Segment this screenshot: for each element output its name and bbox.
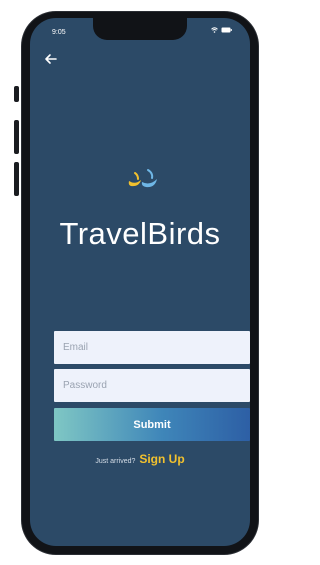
back-arrow-icon[interactable] xyxy=(44,52,58,66)
battery-icon xyxy=(221,27,232,33)
email-field[interactable] xyxy=(54,331,250,364)
signup-prompt: Just arrived? xyxy=(95,458,136,465)
two-birds-icon xyxy=(128,169,157,188)
wifi-icon xyxy=(211,27,218,33)
password-field[interactable] xyxy=(54,369,250,402)
mute-switch xyxy=(14,86,19,102)
volume-down-button xyxy=(14,162,19,196)
sign-up-link[interactable]: Sign Up xyxy=(139,452,184,466)
signup-row: Just arrived? Sign Up xyxy=(30,452,250,466)
submit-button[interactable]: Submit xyxy=(54,408,250,441)
app-title: TravelBirds xyxy=(59,216,221,251)
status-icons xyxy=(211,27,232,33)
status-time: 9:05 xyxy=(52,29,66,36)
notch xyxy=(93,18,187,40)
app-screen: 9:05 TravelBirds Submit Just arrived? Si… xyxy=(30,18,250,546)
volume-up-button xyxy=(14,120,19,154)
